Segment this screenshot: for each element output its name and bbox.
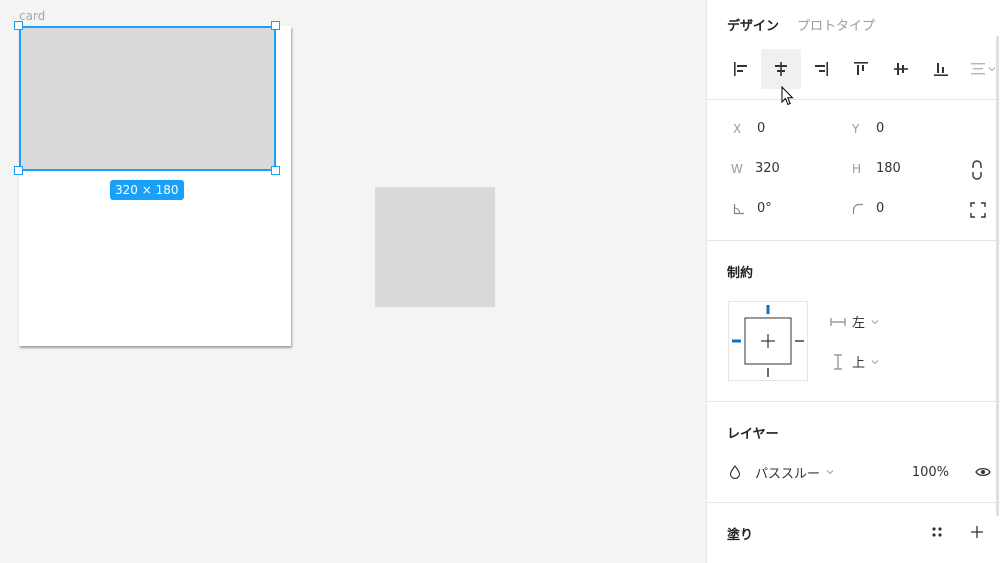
vertical-constraint-value: 上 xyxy=(852,356,866,371)
constraints-title: 制約 xyxy=(727,266,754,281)
blend-mode-select[interactable]: パススルー xyxy=(755,463,820,482)
align-horizontal-center-button[interactable] xyxy=(761,49,801,89)
y-value[interactable]: 0 xyxy=(876,121,884,136)
layer-title: レイヤー xyxy=(727,427,779,442)
align-left-button[interactable] xyxy=(721,49,761,89)
h-label: H xyxy=(852,161,862,176)
opacity-value[interactable]: 100% xyxy=(912,465,949,480)
align-right-button[interactable] xyxy=(801,49,841,89)
constraint-widget[interactable] xyxy=(728,301,808,381)
rectangle-shape[interactable] xyxy=(375,187,495,307)
rotation-field[interactable]: 0° xyxy=(733,201,772,216)
canvas[interactable]: card 320 × 180 xyxy=(0,0,706,563)
add-fill-button[interactable] xyxy=(970,525,984,539)
divider xyxy=(707,240,1000,241)
align-right-icon xyxy=(815,62,828,76)
align-vertical-center-button[interactable] xyxy=(881,49,921,89)
align-top-button[interactable] xyxy=(841,49,881,89)
alignment-toolbar xyxy=(721,49,1000,89)
align-left-icon xyxy=(734,62,747,76)
vertical-constraint-icon xyxy=(834,353,842,370)
divider xyxy=(707,99,1000,100)
w-value[interactable]: 320 xyxy=(755,161,780,176)
radius-value[interactable]: 0 xyxy=(876,201,884,216)
align-vertical-center-icon xyxy=(894,63,908,75)
align-bottom-button[interactable] xyxy=(921,49,961,89)
styles-grid-icon xyxy=(932,527,942,537)
divider xyxy=(707,502,1000,503)
distribute-icon xyxy=(971,63,985,75)
constraint-diagram-icon xyxy=(732,305,804,377)
tab-design[interactable]: デザイン xyxy=(727,15,779,34)
horizontal-constraint-select[interactable]: 左 xyxy=(830,312,879,331)
rotation-icon xyxy=(733,203,757,215)
plus-icon xyxy=(971,526,983,538)
selected-rectangle[interactable] xyxy=(19,26,276,171)
chevron-down-icon xyxy=(826,470,834,475)
height-field[interactable]: H 180 xyxy=(852,161,901,176)
size-badge: 320 × 180 xyxy=(110,180,184,200)
chevron-down-icon xyxy=(871,319,879,324)
chevron-down-icon xyxy=(988,67,996,72)
link-icon xyxy=(972,160,982,180)
x-field[interactable]: X 0 xyxy=(733,121,765,136)
w-label: W xyxy=(731,161,743,176)
mouse-cursor-icon xyxy=(781,86,794,106)
corner-radius-icon xyxy=(852,203,876,215)
panel-scrollbar[interactable] xyxy=(996,36,999,516)
distribute-dropdown[interactable] xyxy=(961,49,1000,89)
style-button[interactable] xyxy=(931,526,943,538)
h-value[interactable]: 180 xyxy=(876,161,901,176)
x-value[interactable]: 0 xyxy=(757,121,765,136)
y-label: Y xyxy=(852,121,860,136)
resize-handle-top-right[interactable] xyxy=(271,21,280,30)
constrain-proportions-button[interactable] xyxy=(970,160,984,180)
y-field[interactable]: Y 0 xyxy=(852,121,884,136)
vertical-constraint-select[interactable]: 上 xyxy=(830,352,879,371)
tab-prototype[interactable]: プロトタイプ xyxy=(797,15,875,34)
rotation-value[interactable]: 0° xyxy=(757,201,772,216)
resize-handle-top-left[interactable] xyxy=(14,21,23,30)
resize-handle-bottom-right[interactable] xyxy=(271,166,280,175)
fill-title: 塗り xyxy=(727,528,754,543)
corners-icon xyxy=(970,202,986,218)
align-bottom-icon xyxy=(934,63,948,76)
layer-row: パススルー 100% xyxy=(729,462,991,482)
x-label: X xyxy=(733,121,742,136)
blend-mode-drop-icon xyxy=(729,465,741,479)
width-field[interactable]: W 320 xyxy=(731,161,780,176)
properties-panel: デザイン プロトタイプ X 0 Y 0 W 320 H 180 0° 0 制約 … xyxy=(706,0,1000,563)
corner-radius-field[interactable]: 0 xyxy=(852,201,884,216)
resize-handle-bottom-left[interactable] xyxy=(14,166,23,175)
horizontal-constraint-value: 左 xyxy=(852,316,866,331)
horizontal-constraint-icon xyxy=(830,317,846,326)
independent-corners-button[interactable] xyxy=(970,202,986,218)
eye-icon[interactable] xyxy=(975,466,991,478)
divider xyxy=(707,401,1000,402)
panel-tabs: デザイン プロトタイプ xyxy=(727,15,875,34)
align-top-icon xyxy=(854,62,868,75)
chevron-down-icon xyxy=(871,359,879,364)
align-horizontal-center-icon xyxy=(775,62,787,76)
